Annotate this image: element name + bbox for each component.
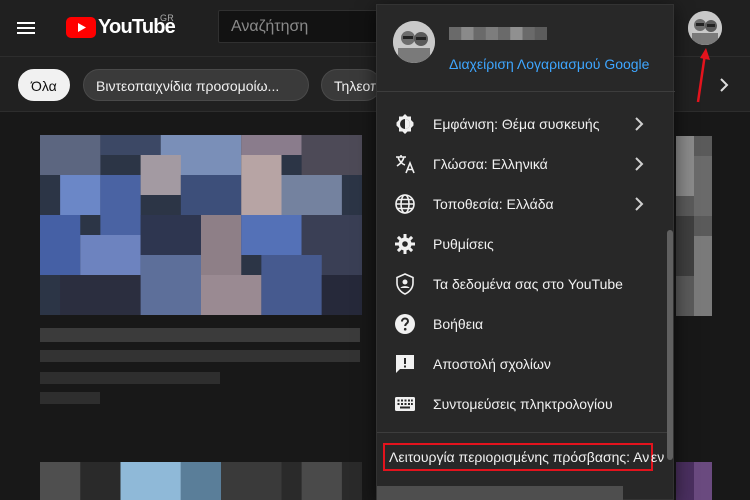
menu-item-label: Τοποθεσία: Ελλάδα [433,196,554,212]
help-icon [395,314,415,334]
appearance-icon [396,114,414,134]
chip-all[interactable]: Όλα [18,69,70,101]
hamburger-icon [17,22,35,34]
translate-icon [396,155,415,174]
hamburger-menu-button[interactable] [14,16,38,40]
menu-item-label: Αποστολή σχολίων [433,356,551,372]
globe-icon [395,194,415,214]
menu-item-label: Γλώσσα: Ελληνικά [433,156,548,172]
video-title-placeholder [40,328,360,342]
avatar [688,11,722,45]
chevron-right-icon [635,197,644,211]
account-menu-header: Διαχείριση Λογαριασμού Google [377,5,675,92]
menu-item-your-data[interactable]: Τα δεδομένα σας στο YouTube [377,264,675,304]
restricted-mode-overflow-text: εν [651,449,665,465]
pixelated-thumbnail-image-4 [676,462,712,500]
pixelated-thumbnail-image-3 [676,136,712,316]
avatar [393,21,435,63]
country-code: GR [160,13,175,23]
menu-item-label: Βοήθεια [433,316,484,332]
menu-footer-strip [377,486,623,500]
video-meta-placeholder [40,392,100,404]
feedback-icon [396,355,414,373]
pixelated-thumbnail-image [40,135,362,315]
menu-item-feedback[interactable]: Αποστολή σχολίων [377,344,675,384]
account-avatar-button[interactable] [688,11,722,45]
youtube-logo[interactable]: YouTube GR [66,13,176,39]
gear-icon [395,234,415,254]
menu-item-location[interactable]: Τοποθεσία: Ελλάδα [377,184,675,224]
annotation-arrow-icon [696,48,710,103]
account-name-redacted [449,27,547,40]
menu-item-label: Ρυθμίσεις [433,236,494,252]
search-input[interactable]: Αναζήτηση [218,10,398,43]
menu-item-help[interactable]: Βοήθεια [377,304,675,344]
search-placeholder: Αναζήτηση [231,18,309,35]
pixelated-thumbnail-image-2 [40,462,362,500]
video-thumbnail[interactable] [40,135,362,315]
video-thumbnail-2[interactable] [40,462,362,500]
chip-tv[interactable]: Τηλεοπ [321,69,381,101]
menu-item-label: Εμφάνιση: Θέμα συσκευής [433,116,600,132]
menu-divider [377,432,667,433]
menu-item-keyboard-shortcuts[interactable]: Συντομεύσεις πληκτρολογίου [377,384,675,424]
restricted-mode-toggle[interactable]: Λειτουργία περιορισμένης πρόσβασης: Αν [383,443,653,471]
menu-item-label: Συντομεύσεις πληκτρολογίου [433,396,613,412]
video-title-placeholder-2 [40,350,360,362]
chip-simulation-games[interactable]: Βιντεοπαιχνίδια προσομοίω... [83,69,309,101]
video-thumbnail-4[interactable] [676,462,712,500]
menu-item-label: Τα δεδομένα σας στο YouTube [433,276,623,292]
account-menu-avatar [393,21,435,63]
channel-name-placeholder [40,372,220,384]
shield-person-icon [396,273,414,295]
video-thumbnail-3[interactable] [676,136,712,316]
menu-item-appearance[interactable]: Εμφάνιση: Θέμα συσκευής [377,104,675,144]
chevron-right-icon[interactable] [712,73,736,97]
menu-item-language[interactable]: Γλώσσα: Ελληνικά [377,144,675,184]
chevron-right-icon [635,117,644,131]
menu-item-settings[interactable]: Ρυθμίσεις [377,224,675,264]
menu-scrollbar[interactable] [667,230,673,460]
chevron-right-icon [635,157,644,171]
account-menu: Διαχείριση Λογαριασμού Google Εμφάνιση: … [376,4,675,500]
manage-google-account-link[interactable]: Διαχείριση Λογαριασμού Google [449,56,649,72]
keyboard-icon [395,397,415,411]
youtube-play-icon [66,16,96,38]
